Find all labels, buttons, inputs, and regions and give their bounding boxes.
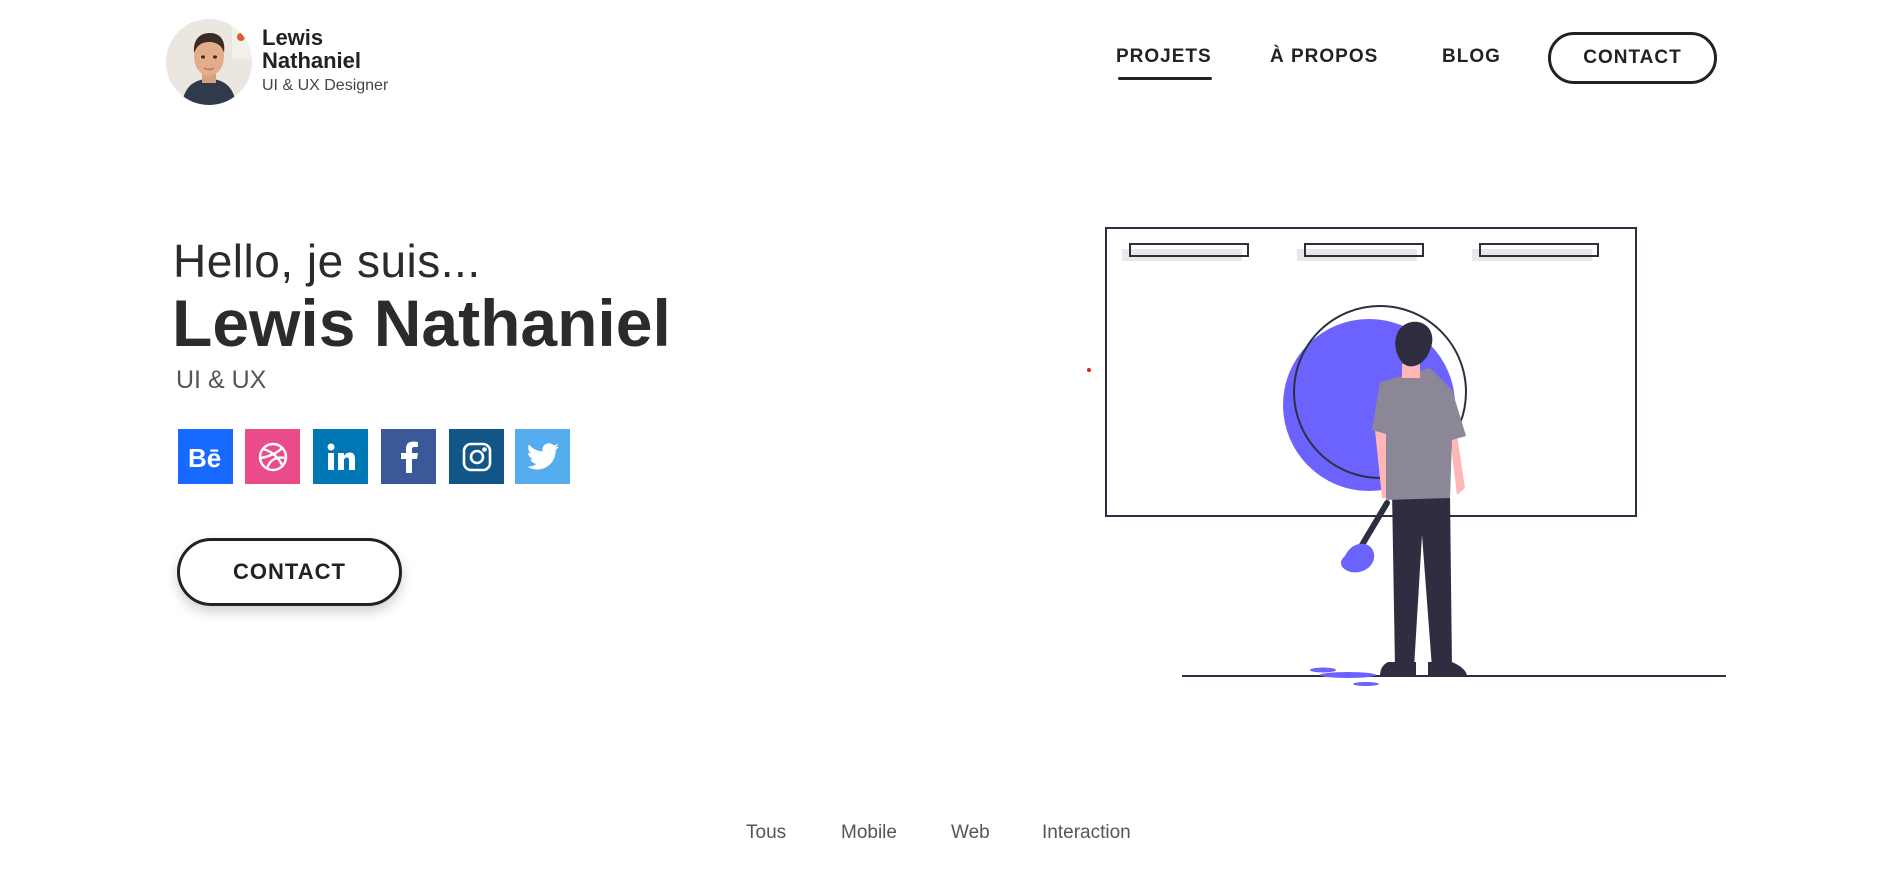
hero-role: UI & UX (176, 366, 267, 394)
behance-icon: Bē (186, 442, 226, 472)
behance-link[interactable]: Bē (178, 429, 233, 484)
filter-mobile[interactable]: Mobile (841, 822, 897, 844)
nav-projets[interactable]: PROJETS (1116, 46, 1212, 80)
brand-role: UI & UX Designer (262, 77, 389, 94)
facebook-link[interactable] (381, 429, 436, 484)
dribbble-icon (257, 441, 289, 473)
nav-blog[interactable]: BLOG (1442, 46, 1501, 68)
filter-tous[interactable]: Tous (746, 822, 786, 844)
nav-contact-button[interactable]: CONTACT (1548, 32, 1717, 84)
hero-illustration (1080, 220, 1740, 705)
nav-a-propos[interactable]: À PROPOS (1270, 46, 1378, 68)
avatar (166, 19, 252, 105)
instagram-link[interactable] (449, 429, 504, 484)
hero-contact-button[interactable]: CONTACT (177, 538, 402, 606)
filter-interaction[interactable]: Interaction (1042, 822, 1131, 844)
linkedin-link[interactable] (313, 429, 368, 484)
linkedin-icon (326, 442, 356, 472)
hero-greeting: Hello, je suis... (173, 235, 481, 287)
brand-name: Lewis Nathaniel (262, 25, 362, 73)
filter-web[interactable]: Web (951, 822, 990, 844)
facebook-icon (398, 441, 420, 473)
twitter-link[interactable] (515, 429, 570, 484)
instagram-icon (461, 441, 493, 473)
twitter-icon (526, 442, 559, 471)
svg-text:Bē: Bē (188, 443, 221, 472)
dribbble-link[interactable] (245, 429, 300, 484)
hero-name: Lewis Nathaniel (172, 286, 671, 360)
